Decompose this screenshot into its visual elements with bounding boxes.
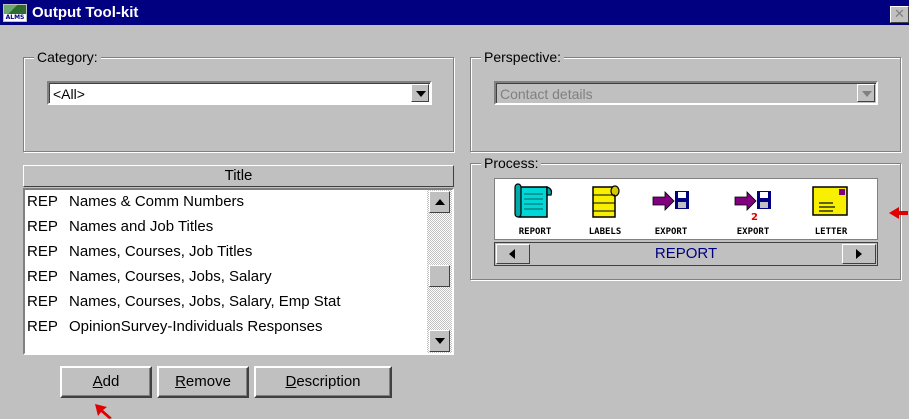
category-dropdown-button[interactable] <box>411 84 429 102</box>
list-item[interactable]: REP Names & Comm Numbers <box>25 190 425 215</box>
export-2-badge: 2 <box>751 212 758 223</box>
title-list-scrollbar[interactable] <box>427 190 452 353</box>
list-item-text: Names, Courses, Jobs, Salary <box>69 268 272 285</box>
process-icon-strip: REPORT LABELS EXPORT 2 EXPORT LETTER <box>494 178 878 240</box>
process-export[interactable]: EXPORT <box>645 181 697 239</box>
list-item-prefix: REP <box>27 193 58 210</box>
export-icon <box>652 191 689 211</box>
process-letter[interactable]: LETTER <box>805 181 857 239</box>
description-button-accel: D <box>285 373 297 390</box>
red-arrow-icon <box>95 404 112 419</box>
app-icon[interactable]: ALMS <box>3 4 27 22</box>
list-item-prefix: REP <box>27 243 58 260</box>
arrow-up-icon <box>435 199 445 205</box>
process-label-labels: LABELS <box>588 227 622 237</box>
arrow-left-icon <box>509 249 515 259</box>
app-icon-text: ALMS <box>4 14 26 21</box>
perspective-label: Perspective: <box>481 48 565 66</box>
process-report[interactable]: REPORT <box>509 181 561 239</box>
process-labels[interactable]: LABELS <box>579 181 631 239</box>
remove-button-label: emove <box>185 373 231 390</box>
chevron-down-icon <box>862 91 872 97</box>
description-button-label: escription <box>296 373 361 390</box>
list-item-text: OpinionSurvey-Individuals Responses <box>69 318 323 335</box>
perspective-dropdown-button <box>857 84 875 102</box>
arrow-down-icon <box>435 338 445 344</box>
list-item[interactable]: REP Names, Courses, Job Titles <box>25 240 425 265</box>
scroll-up-button[interactable] <box>429 191 450 213</box>
arrow-right-icon <box>856 249 862 259</box>
category-label: Category: <box>34 48 101 66</box>
remove-button[interactable]: Remove <box>157 366 249 398</box>
list-item-text: Names, Courses, Jobs, Salary, Emp Stat <box>69 293 341 310</box>
title-column-header[interactable]: Title <box>23 165 454 187</box>
list-item-prefix: REP <box>27 218 58 235</box>
scroll-left-button[interactable] <box>496 244 530 264</box>
scroll-thumb[interactable] <box>429 265 450 287</box>
list-item-prefix: REP <box>27 268 58 285</box>
scroll-down-button[interactable] <box>429 330 450 352</box>
scroll-right-button[interactable] <box>842 244 876 264</box>
list-item[interactable]: REP Names, Courses, Jobs, Salary, Emp Sta… <box>25 290 425 315</box>
title-list[interactable]: REP Names & Comm Numbers REP Names and Job… <box>23 188 454 355</box>
list-item[interactable]: REP OpinionSurvey-Individuals Responses <box>25 315 425 340</box>
process-label-report: REPORT <box>518 227 552 237</box>
letter-icon <box>812 186 848 216</box>
labels-icon <box>592 185 620 218</box>
list-item-text: Names, Courses, Job Titles <box>69 243 253 260</box>
process-label-letter: LETTER <box>814 227 848 237</box>
process-label-export: EXPORT <box>654 227 688 237</box>
process-label-export-2: EXPORT <box>736 227 770 237</box>
export-2-icon: 2 <box>734 191 771 223</box>
description-button[interactable]: Description <box>254 366 392 398</box>
list-item-text: Names & Comm Numbers <box>69 193 245 210</box>
close-button[interactable]: ✕ <box>890 6 909 23</box>
process-scrollbar[interactable]: REPORT <box>494 242 878 266</box>
list-item-prefix: REP <box>27 293 58 310</box>
list-item[interactable]: REP Names and Job Titles <box>25 215 425 240</box>
list-item-text: Names and Job Titles <box>69 218 214 235</box>
process-label: Process: <box>481 154 542 172</box>
chevron-down-icon <box>416 91 426 97</box>
add-button-label: dd <box>102 373 120 390</box>
close-icon: ✕ <box>894 6 905 21</box>
add-button[interactable]: Add <box>60 366 152 398</box>
category-value: <All> <box>53 86 85 102</box>
add-button-accel: A <box>92 373 103 390</box>
perspective-select: Contact details <box>494 81 878 105</box>
remove-button-accel: R <box>175 373 186 390</box>
category-select[interactable]: <All> <box>47 81 432 105</box>
process-export-2[interactable]: 2 EXPORT <box>727 181 779 239</box>
report-icon <box>514 183 553 218</box>
red-arrow-icon <box>889 207 908 219</box>
list-item[interactable]: REP Names, Courses, Jobs, Salary <box>25 265 425 290</box>
window-title: Output Tool-kit <box>32 4 139 21</box>
process-selected: REPORT <box>654 245 718 262</box>
title-bar[interactable]: ALMS Output Tool-kit ✕ <box>0 0 909 25</box>
list-item-prefix: REP <box>27 318 58 335</box>
title-list-items: REP Names & Comm Numbers REP Names and Job… <box>25 190 425 340</box>
perspective-value: Contact details <box>500 86 593 102</box>
